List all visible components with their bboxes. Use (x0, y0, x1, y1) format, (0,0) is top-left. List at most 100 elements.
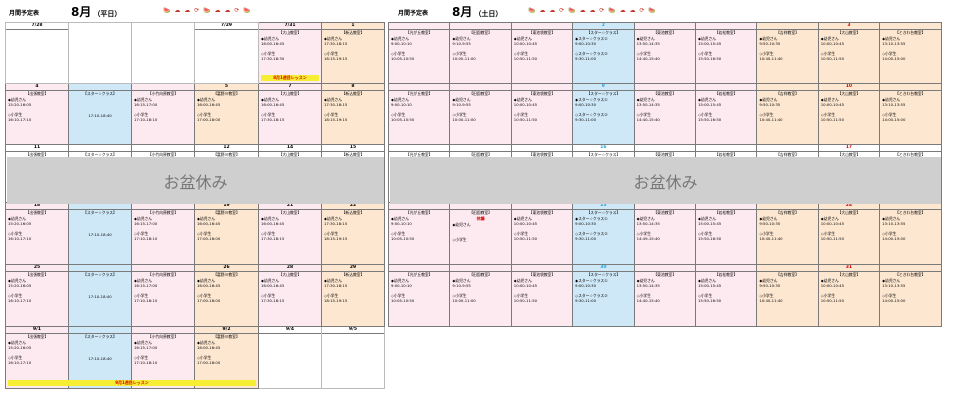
weekday-cell: 26 【富野川教室】 ◆幼児さん 16:00-16:45 ◇小学生 17:00-18:0… (194, 264, 259, 327)
weekend-date-header: 16 (573, 146, 634, 152)
weekday-date-header (69, 85, 131, 91)
weekend-date-header (635, 85, 695, 91)
schedule-line: 17:30-18:15 (261, 298, 285, 303)
weekend-date-header (512, 146, 572, 152)
weekend-cell: 【光が丘教室】 ◆幼児さん 9:00-10:10 ◇小学生 10:05-10:50 (387, 202, 451, 265)
weekend-date-header (389, 266, 449, 272)
weekday-month: 8月 （平日） (71, 3, 121, 20)
date-number: 14 (286, 145, 294, 151)
weekend-cell: 【若松教室】 ◆幼児さん 15:00-15:45 ◇小学生 15:50-16:50 (694, 83, 758, 145)
schedule-line: 10:50-11:50 (820, 56, 844, 61)
date-number: 5 (224, 84, 229, 90)
weekday-title: 月間予定表 (9, 10, 40, 17)
weekend-date-header (450, 85, 511, 91)
weekday-cell: 【小竹向原教室】 ◆幼児さん 16:15-17:00 ◇小学生 17:10-18:10 (131, 83, 195, 145)
schedule-line: 10:40-11:40 (759, 56, 783, 61)
weekend-date-header (450, 266, 511, 272)
schedule-line: 17:10-18:10 (134, 360, 158, 365)
weekend-date-header (880, 85, 941, 91)
weekend-cell: 3 【大山教室】 ◆幼児さん 10:00-10:45 ◇小学生 10:50-11:50 (817, 22, 881, 84)
weekend-date-header (635, 266, 695, 272)
saturday-date: 30 (600, 265, 607, 271)
weekend-cell: 【光が丘教室】 ◆幼児さん 9:00-10:10 ◇小学生 10:05-10:50 (387, 22, 451, 84)
weekday-cell: 9/1 【出張教室】 ◆幼児さん 15:20-16:05 ◇小学生 16:10-17:1… (5, 326, 256, 389)
weekday-cell: 4 【出張教室】 ◆幼児さん 15:20-16:05 ◇小学生 16:10-17:10 (5, 83, 69, 145)
date-number: 9/2 (222, 327, 231, 333)
weekday-date-header: 8 (322, 85, 384, 91)
weekday-date-header: 7/28 (6, 24, 68, 30)
weekday-date-header: 4 (6, 85, 68, 91)
schedule-line: 10:50-11:50 (820, 117, 844, 122)
schedule-line: 17:00-18:00 (197, 236, 221, 241)
weekend-cell: 【田園教室】 ◆幼児さん 9:10-9:55 ◇小学生 10:00-11:00 (449, 22, 512, 84)
weekday-decoration-icons: 🍉 ☁ ☁ ⟳ 🍉 ☁ ☁ ⟳ 🍉 (163, 7, 252, 14)
weekday-date-header (132, 328, 194, 334)
weekend-date-header (389, 204, 449, 210)
date-number: 11 (33, 145, 41, 151)
weekday-date-header: 7/31 (259, 24, 321, 30)
weekend-date-header (696, 204, 756, 210)
schedule-line: 10:05-10:50 (391, 117, 415, 122)
weekend-month-label: 8月 (452, 5, 473, 19)
weekend-month: 8月 （土日） (452, 3, 502, 20)
schedule-line: 15:50-16:50 (697, 236, 722, 241)
date-number: 9/5 (349, 327, 357, 333)
schedule-line: 17:00-18:00 (197, 117, 221, 122)
weekday-date-header: 9/5 (322, 327, 384, 334)
weekend-cell: 【東池袋教室】 ◆幼児さん 10:00-10:45 ◇小学生 10:50-11:50 (510, 264, 574, 327)
schedule-line: 10:40-11:40 (759, 117, 783, 122)
saturday-date: 2 (601, 23, 605, 29)
weekday-date-header (69, 204, 131, 210)
weekday-date-header: 5 (195, 84, 258, 91)
weekday-cell (131, 22, 195, 84)
schedule-line: 10:50-11:50 (820, 298, 844, 303)
schedule-line: 17:10-18:10 (134, 117, 158, 122)
weekend-date-header (696, 24, 756, 30)
date-number: 12 (223, 145, 230, 151)
schedule-line: 16:10-17:10 (8, 236, 32, 241)
schedule-line: 17:30-18:15 (261, 117, 285, 122)
weekday-cell: 【スター☆クラス】 17:10-18:40 (68, 202, 132, 265)
date-number: 9/4 (286, 327, 294, 333)
weekend-cell: 【吉祥教室】 ◆幼児さん 9:50-10:35 ◇小学生 10:40-11:40 (756, 202, 819, 265)
weekday-cell: 7 【大山教室】 ◆幼児さん 16:00-16:45 ◇小学生 17:30-18:15 (258, 83, 322, 145)
weekday-date-header (69, 146, 131, 152)
weekend-date-header (757, 146, 818, 152)
weekend-cell: 【光が丘教室】 ◆幼児さん 9:00-10:10 ◇小学生 10:05-10:50 (387, 264, 451, 327)
schedule-line: 10:50-11:50 (820, 236, 844, 241)
schedule-line: 16:10-17:10 (8, 360, 32, 365)
weekend-date-header: 24 (819, 204, 879, 210)
schedule-line: 14:40-15:40 (636, 117, 660, 122)
weekday-cell (68, 22, 132, 84)
date-number (70, 266, 131, 271)
weekday-date-header (132, 204, 194, 210)
weekday-subtitle: （平日） (93, 10, 122, 18)
date-number (133, 146, 194, 151)
schedule-line: 18:15-19:15 (324, 56, 348, 61)
schedule-line: 9:30-11:00 (575, 56, 597, 61)
date-number: 1 (351, 23, 355, 29)
weekday-date-header: 21 (259, 204, 321, 210)
date-number: 7 (288, 84, 292, 90)
weekend-date-header (389, 24, 449, 30)
class-time: 17:10-18:40 (88, 113, 112, 118)
weekend-cell: 【ときわ台教室】 ◆幼児さん 13:10-13:55 ◇小学生 14:00-15:00 (879, 202, 942, 265)
schedule-line: 17:10-18:10 (134, 298, 158, 303)
schedule-line: 14:00-15:00 (882, 56, 906, 61)
weekday-month-label: 8月 (71, 5, 92, 19)
schedule-line (451, 242, 510, 247)
weekend-cell: 【ときわ台教室】 ◆幼児さん 13:10-13:55 ◇小学生 14:00-15:00 (879, 83, 942, 145)
schedule-line: 9:30-11:00 (575, 236, 597, 241)
weekend-obon-holiday-band: お盆休み (390, 157, 941, 204)
schedule-line: 18:15-19:15 (324, 298, 348, 303)
weekend-cell: 【東池袋教室】 ◆幼児さん 10:00-10:45 ◇小学生 10:50-11:50 (510, 22, 574, 84)
weekend-date-header (757, 204, 818, 210)
weekend-date-header (635, 146, 695, 152)
weekday-date-header: 7 (259, 84, 321, 91)
weekend-date-header (757, 85, 818, 91)
weekday-date-header (132, 85, 194, 91)
weekday-date-header: 7/29 (195, 24, 258, 30)
weekend-subtitle: （土日） (474, 10, 503, 18)
weekend-date-header (450, 204, 511, 210)
weekday-date-header (132, 266, 194, 272)
